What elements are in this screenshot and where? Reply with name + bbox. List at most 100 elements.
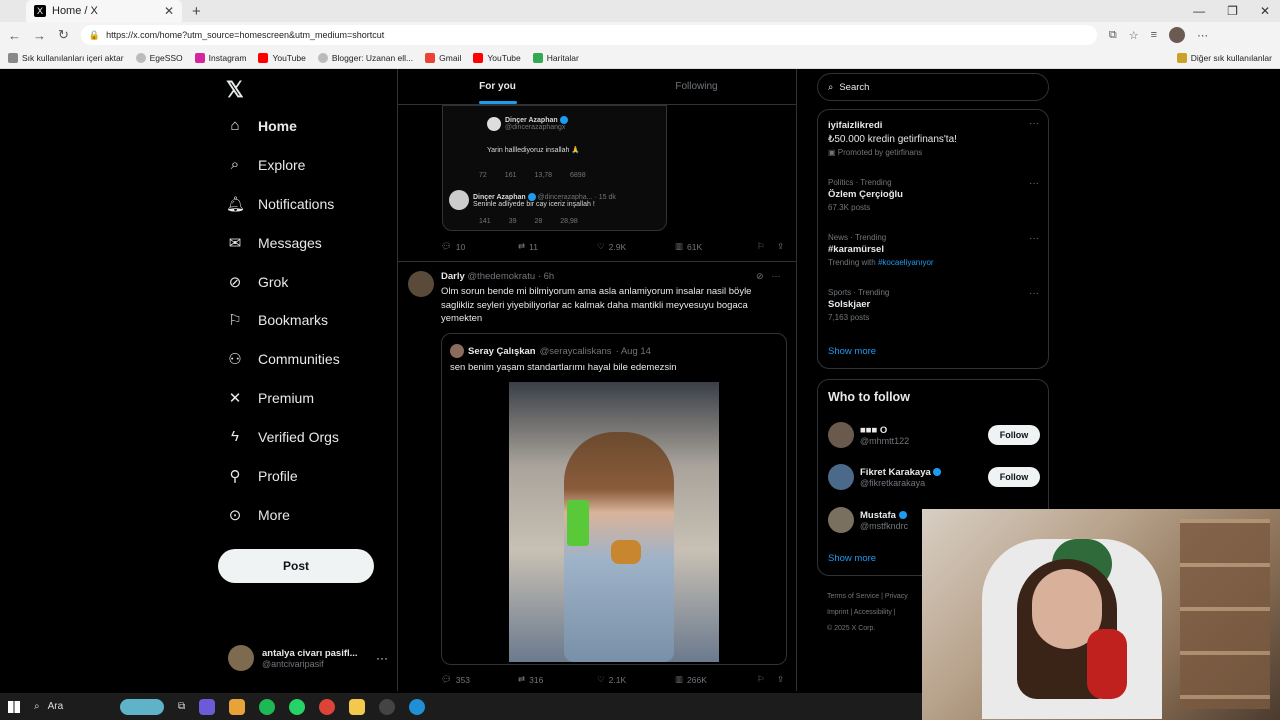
trend-item[interactable]: iyifaizlikredi ₺50.000 kredin getirfinan… xyxy=(828,118,1043,157)
nav-notifications[interactable]: 🔔︎ Notifications xyxy=(226,195,334,213)
trend-sub-prefix: Trending with xyxy=(828,258,876,267)
nav-grok[interactable]: ⊘ Grok xyxy=(226,273,289,291)
tab-following[interactable]: Following xyxy=(597,69,796,104)
close-window-icon[interactable]: ✕ xyxy=(1260,4,1270,18)
obs-icon[interactable] xyxy=(379,698,396,715)
bookmark-item[interactable]: Instagram xyxy=(194,53,246,63)
bookmark-item[interactable]: Sık kullanılanları içeri aktar xyxy=(8,53,124,63)
task-view-icon[interactable]: ⧉ xyxy=(178,701,185,712)
trend-category: Politics · Trending xyxy=(828,178,892,187)
nav-bookmarks[interactable]: ⚐ Bookmarks xyxy=(226,311,328,329)
close-tab-icon[interactable]: ✕ xyxy=(164,4,174,18)
nav-messages[interactable]: ✉ Messages xyxy=(226,234,322,252)
show-more-link[interactable]: Show more xyxy=(828,553,876,564)
reply-button[interactable]: 💬︎ 10 xyxy=(441,241,518,252)
post-button[interactable]: Post xyxy=(218,549,374,583)
extensions-icon[interactable]: ⧉ xyxy=(1109,29,1117,42)
spotify-icon[interactable] xyxy=(259,698,276,715)
bookmark-item[interactable]: EgeSSO xyxy=(135,53,183,63)
show-more-link[interactable]: Show more xyxy=(828,346,876,357)
address-bar[interactable]: 🔒 https://x.com/home?utm_source=homescre… xyxy=(80,25,1097,45)
nav-explore[interactable]: ⌕ Explore xyxy=(226,156,306,173)
browser-tab[interactable]: X Home / X ✕ xyxy=(26,0,182,22)
new-tab-icon[interactable]: + xyxy=(192,3,201,20)
bookmark-item[interactable]: YouTube xyxy=(473,53,521,63)
bookmark-item[interactable]: Haritalar xyxy=(532,53,579,63)
reply-count: 353 xyxy=(455,674,470,685)
views-button[interactable]: ▥ 61K xyxy=(675,241,757,252)
bookmark-item[interactable]: Blogger: Uzanan ell... xyxy=(317,53,413,63)
maximize-icon[interactable]: ❐ xyxy=(1227,4,1238,18)
tweet-actions: 💬︎ 10 ⇄ 11 ♡ 2.9K ▥ 61K ⚐ ⇪ xyxy=(441,241,787,252)
follow-suggestion[interactable]: Fikret Karakaya @fikretkarakaya Follow xyxy=(828,464,1040,490)
tweet-time[interactable]: · 6h xyxy=(538,271,554,282)
nav-communities[interactable]: ⚇ Communities xyxy=(226,350,339,368)
embed-top-name: Dinçer Azaphan xyxy=(505,116,558,124)
like-button[interactable]: ♡ 2.9K xyxy=(597,241,675,252)
avatar[interactable] xyxy=(408,271,434,297)
copilot-icon[interactable] xyxy=(229,698,246,715)
bookmark-button[interactable]: ⚐ xyxy=(757,674,777,685)
retweet-button[interactable]: ⇄ 11 xyxy=(518,241,597,252)
more-dots-icon[interactable]: ··· xyxy=(1029,233,1039,244)
bookmark-item[interactable]: Gmail xyxy=(425,53,461,63)
file-explorer-icon[interactable] xyxy=(349,698,366,715)
embedded-screenshot[interactable]: Dinçer Azaphan @dincerazaphangx Yarin ha… xyxy=(442,105,667,231)
profile-avatar[interactable] xyxy=(1169,27,1186,43)
whatsapp-icon[interactable] xyxy=(289,698,306,715)
more-dots-icon[interactable]: ··· xyxy=(1029,288,1039,299)
like-button[interactable]: ♡ 2.1K xyxy=(597,674,675,685)
photo-food xyxy=(611,540,641,564)
nav-more[interactable]: ⊙ More xyxy=(226,506,290,524)
trend-item[interactable]: Politics · Trending Özlem Çerçioğlu 67.3… xyxy=(828,178,1043,212)
account-switcher[interactable]: antalya civarı pasifl... @antcivaripasif… xyxy=(228,645,388,671)
taskbar-search[interactable]: ⌕ Ara xyxy=(34,698,164,715)
tab-for-you[interactable]: For you xyxy=(398,69,597,104)
retweet-button[interactable]: ⇄ 316 xyxy=(518,674,597,685)
x-logo-icon[interactable]: 𝕏 xyxy=(226,77,244,103)
grok-icon[interactable]: ⊘ xyxy=(756,271,764,282)
reply-button[interactable]: 💬︎ 353 xyxy=(441,674,518,685)
embed-stat: 28,98 xyxy=(560,218,578,225)
search-input[interactable]: ⌕ Search xyxy=(817,73,1049,101)
quoted-tweet[interactable]: Seray Çalışkan @seraycaliskans · Aug 14 … xyxy=(441,333,787,665)
author-name[interactable]: Darly xyxy=(441,271,465,282)
bookmark-item[interactable]: YouTube xyxy=(258,53,306,63)
share-button[interactable]: ⇪ xyxy=(777,674,784,685)
bookmark-button[interactable]: ⚐ xyxy=(757,241,777,252)
more-dots-icon[interactable]: ··· xyxy=(1029,178,1039,189)
trend-item[interactable]: News · Trending #karamürsel Trending wit… xyxy=(828,233,1043,267)
forward-icon[interactable]: → xyxy=(33,28,46,43)
chrome-icon[interactable] xyxy=(319,698,336,715)
author-handle[interactable]: @thedemokratu xyxy=(467,271,535,282)
other-favorites[interactable]: Diğer sık kullanılanlar xyxy=(1176,53,1272,63)
refresh-icon[interactable]: ↻ xyxy=(58,27,69,43)
discord-icon[interactable] xyxy=(199,698,216,715)
favorites-icon[interactable]: ≡ xyxy=(1151,29,1157,41)
embed-reply-name: Dinçer Azaphan xyxy=(473,193,526,201)
nav-premium[interactable]: ✕ Premium xyxy=(226,389,314,407)
back-icon[interactable]: ← xyxy=(8,28,21,43)
views-button[interactable]: ▥ 266K xyxy=(675,674,757,685)
trend-item[interactable]: Sports · Trending Solskjaer 7,163 posts … xyxy=(828,288,1043,322)
nav-home[interactable]: ⌂ Home xyxy=(226,117,296,134)
follow-button[interactable]: Follow xyxy=(988,467,1040,487)
menu-icon[interactable]: ⋯ xyxy=(1197,29,1208,42)
taskbar-search-label: Ara xyxy=(47,701,64,712)
nav-verified-orgs[interactable]: ϟ Verified Orgs xyxy=(226,428,339,445)
more-dots-icon: ··· xyxy=(376,651,388,665)
share-button[interactable]: ⇪ xyxy=(777,241,784,252)
edge-icon[interactable] xyxy=(409,698,426,715)
nav-profile[interactable]: ⚲ Profile xyxy=(226,467,298,485)
embed-stat: 72 xyxy=(479,172,487,179)
windows-start-icon[interactable] xyxy=(8,700,20,713)
minimize-icon[interactable]: — xyxy=(1193,4,1205,18)
quote-image[interactable] xyxy=(509,382,719,662)
trend-link[interactable]: #kocaeliyanıyor xyxy=(878,258,934,267)
follow-button[interactable]: Follow xyxy=(988,425,1040,445)
more-dots-icon[interactable]: ··· xyxy=(1029,118,1039,129)
embed-top-stats: 72 161 13,78 6898 xyxy=(479,172,586,179)
star-icon[interactable]: ☆ xyxy=(1129,29,1139,42)
follow-suggestion[interactable]: ■■■ O @mhmtt122 Follow xyxy=(828,422,1040,448)
more-dots-icon[interactable]: ··· xyxy=(772,271,781,282)
